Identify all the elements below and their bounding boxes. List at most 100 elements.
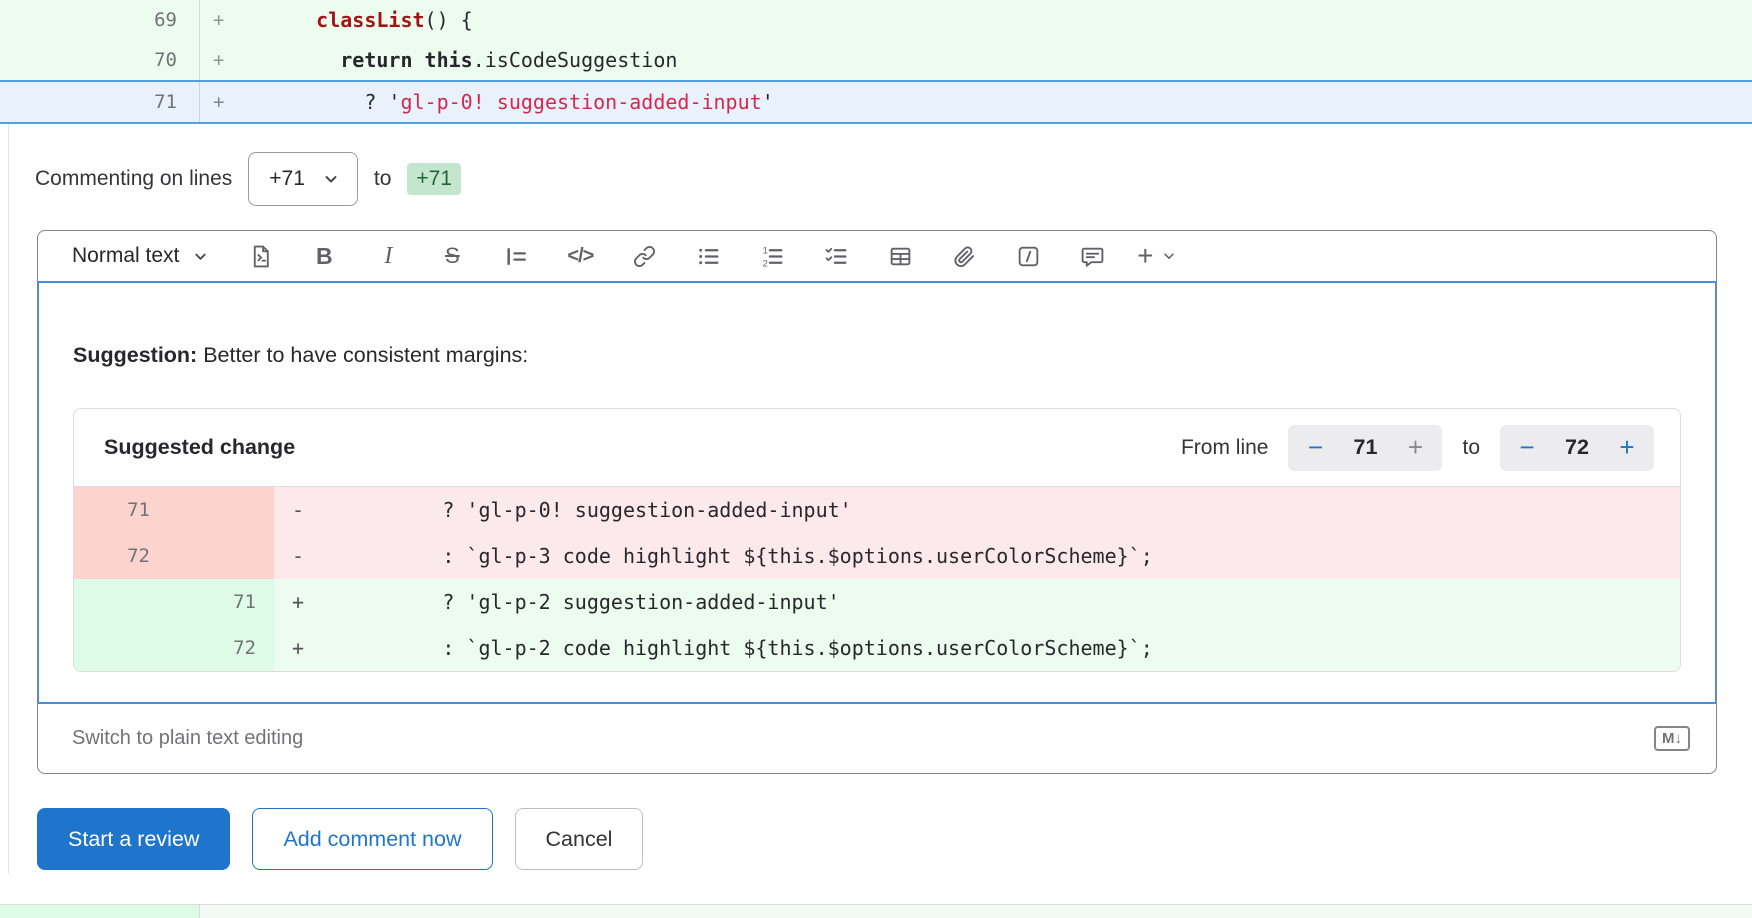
text-style-value: Normal text — [72, 244, 179, 268]
to-line-value: 72 — [1550, 435, 1604, 460]
switch-to-plain-text-link[interactable]: Switch to plain text editing — [72, 727, 303, 750]
comment-editor: Normal text B I S — [37, 230, 1717, 774]
suggested-change-card: Suggested change From line − 71 + to − — [73, 408, 1681, 672]
new-line-number — [174, 533, 274, 579]
suggestion-added-line: 71 + ? 'gl-p-2 suggestion-added-input' — [74, 579, 1680, 625]
strikethrough-button[interactable]: S — [420, 234, 484, 278]
suggestion-removed-line: 71 - ? 'gl-p-0! suggestion-added-input' — [74, 487, 1680, 533]
diff-line-sign: + — [200, 40, 240, 80]
from-line-increment-button[interactable]: + — [1392, 425, 1438, 471]
link-button[interactable] — [612, 234, 676, 278]
table-icon — [888, 244, 913, 269]
line-range-controls: From line − 71 + to − 72 + — [1181, 425, 1654, 471]
cancel-button[interactable]: Cancel — [515, 808, 644, 870]
editor-content-area[interactable]: Suggestion: Better to have consistent ma… — [37, 281, 1717, 704]
suggestion-label: Suggestion: — [73, 343, 197, 367]
suggestion-text: Better to have consistent margins: — [197, 343, 528, 367]
table-button[interactable] — [868, 234, 932, 278]
suggestion-paragraph: Suggestion: Better to have consistent ma… — [73, 343, 1681, 368]
diff-line-code: ? 'gl-p-0! suggestion-added-input' — [240, 82, 1752, 122]
old-line-number: 72 — [74, 533, 174, 579]
suggestion-removed-line: 72 - : `gl-p-3 code highlight ${this.$op… — [74, 533, 1680, 579]
old-line-number — [74, 625, 174, 671]
chevron-down-icon — [323, 171, 339, 187]
suggested-change-title: Suggested change — [104, 435, 295, 460]
add-comment-now-button[interactable]: Add comment now — [252, 808, 492, 870]
from-line-decrement-button[interactable]: − — [1292, 425, 1338, 471]
old-line-number — [74, 579, 174, 625]
editor-footer: Switch to plain text editing M↓ — [38, 704, 1716, 773]
diff-line-code: ? 'gl-p-2 suggestion-added-input' — [318, 579, 1680, 625]
diff-code-partial — [200, 905, 1752, 918]
markdown-icon[interactable]: M↓ — [1654, 726, 1690, 751]
diff-gutter-partial — [0, 905, 200, 918]
numbered-list-button[interactable]: 12 — [740, 234, 804, 278]
diff-line-71-selected: 71 + ? 'gl-p-0! suggestion-added-input' — [0, 80, 1752, 124]
diff-line-code: ? 'gl-p-0! suggestion-added-input' — [318, 487, 1680, 533]
to-line-increment-button[interactable]: + — [1604, 425, 1650, 471]
task-list-button[interactable] — [804, 234, 868, 278]
bullet-list-icon — [696, 244, 721, 269]
quick-action-button[interactable] — [996, 234, 1060, 278]
code-suggestion-button[interactable] — [228, 234, 292, 278]
strikethrough-icon: S — [445, 243, 460, 269]
attachment-icon — [952, 244, 977, 269]
quote-button[interactable] — [484, 234, 548, 278]
diff-line-code: classList() { — [240, 0, 1752, 40]
commenting-label: Commenting on lines — [35, 167, 232, 191]
bold-icon: B — [316, 243, 333, 270]
diff-line-sign: + — [274, 579, 318, 625]
line-range-dropdown[interactable]: +71 — [248, 152, 358, 206]
to-label: to — [374, 167, 392, 191]
start-review-button[interactable]: Start a review — [37, 808, 230, 870]
italic-icon: I — [384, 243, 392, 270]
code-icon: </> — [567, 245, 593, 268]
editor-toolbar: Normal text B I S — [38, 231, 1716, 281]
plus-icon: + — [1137, 242, 1153, 270]
to-line-stepper: − 72 + — [1500, 425, 1654, 471]
diff-line-sign: + — [274, 625, 318, 671]
diff-line-69: 69 + classList() { — [0, 0, 1752, 40]
attach-file-button[interactable] — [932, 234, 996, 278]
new-line-number — [174, 487, 274, 533]
bold-button[interactable]: B — [292, 234, 356, 278]
diff-code-section: 69 + classList() { 70 + return this.isCo… — [0, 0, 1752, 124]
next-diff-row-partial — [0, 904, 1752, 918]
comment-template-button[interactable] — [1060, 234, 1124, 278]
code-button[interactable]: </> — [548, 234, 612, 278]
diff-line-number[interactable]: 69 — [0, 0, 200, 40]
to-line-decrement-button[interactable]: − — [1504, 425, 1550, 471]
italic-button[interactable]: I — [356, 234, 420, 278]
from-line-label: From line — [1181, 436, 1269, 460]
diff-line-number[interactable]: 71 — [0, 82, 200, 122]
code-suggestion-icon — [248, 244, 273, 269]
new-line-number: 71 — [174, 579, 274, 625]
diff-line-sign: + — [200, 0, 240, 40]
quote-icon — [504, 244, 529, 269]
suggested-change-header: Suggested change From line − 71 + to − — [74, 409, 1680, 487]
diff-line-number[interactable]: 70 — [0, 40, 200, 80]
chevron-down-icon — [1162, 249, 1176, 263]
diff-line-code: : `gl-p-2 code highlight ${this.$options… — [318, 625, 1680, 671]
merge-request-comment-form: 69 + classList() { 70 + return this.isCo… — [0, 0, 1752, 918]
diff-line-code: return this.isCodeSuggestion — [240, 40, 1752, 80]
text-style-dropdown[interactable]: Normal text — [72, 244, 208, 268]
end-line-badge: +71 — [407, 163, 461, 195]
diff-line-sign: + — [200, 82, 240, 122]
chevron-down-icon — [193, 249, 208, 264]
task-list-icon — [824, 244, 849, 269]
line-range-value: +71 — [269, 167, 305, 191]
suggestion-added-line: 72 + : `gl-p-2 code highlight ${this.$op… — [74, 625, 1680, 671]
numbered-list-icon: 12 — [760, 244, 785, 269]
from-line-stepper: − 71 + — [1288, 425, 1442, 471]
comment-zone: Commenting on lines +71 to +71 Normal te… — [8, 124, 1752, 874]
bullet-list-button[interactable] — [676, 234, 740, 278]
diff-line-70: 70 + return this.isCodeSuggestion — [0, 40, 1752, 80]
diff-line-sign: - — [274, 487, 318, 533]
svg-text:2: 2 — [762, 258, 767, 268]
diff-line-sign: - — [274, 533, 318, 579]
more-options-button[interactable]: + — [1124, 234, 1188, 278]
link-icon — [632, 244, 657, 269]
from-line-value: 71 — [1338, 435, 1392, 460]
comment-template-icon — [1080, 244, 1105, 269]
